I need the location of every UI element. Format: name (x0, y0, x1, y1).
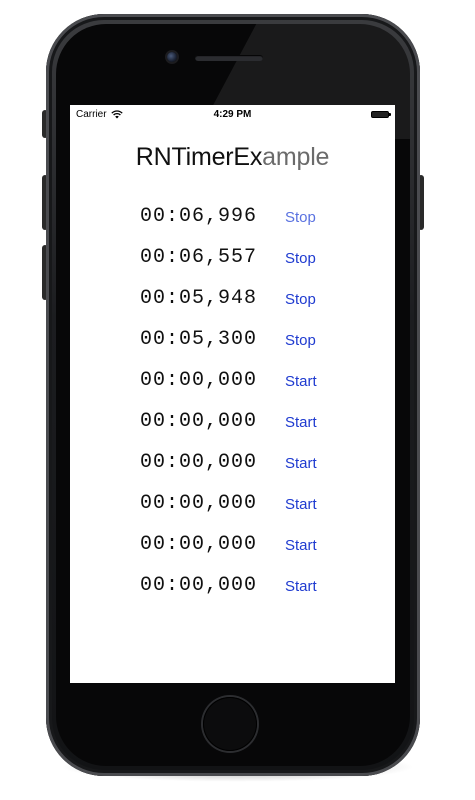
timer-toggle-button[interactable]: Start (285, 373, 317, 390)
timer-value: 00:00,000 (140, 574, 258, 597)
timer-toggle-button[interactable]: Stop (285, 291, 316, 308)
timer-toggle-button[interactable]: Start (285, 496, 317, 513)
timer-value: 00:00,000 (140, 492, 258, 515)
timer-row: 00:00,000 Start (70, 408, 395, 449)
timer-row: 00:05,948 Stop (70, 285, 395, 326)
timer-value: 00:05,300 (140, 328, 258, 351)
timer-row: 00:00,000 Start (70, 367, 395, 408)
timer-row: 00:06,557 Stop (70, 244, 395, 285)
timer-row: 00:06,996 Stop (70, 203, 395, 244)
timer-toggle-button[interactable]: Stop (285, 332, 316, 349)
home-button[interactable] (203, 697, 257, 751)
timer-row: 00:05,300 Stop (70, 326, 395, 367)
timer-row: 00:00,000 Start (70, 572, 395, 613)
timer-toggle-button[interactable]: Start (285, 578, 317, 595)
timer-value: 00:05,948 (140, 287, 258, 310)
timer-row: 00:00,000 Start (70, 449, 395, 490)
timer-toggle-button[interactable]: Start (285, 414, 317, 431)
timer-toggle-button[interactable]: Stop (285, 209, 316, 226)
timer-value: 00:00,000 (140, 533, 258, 556)
timer-value: 00:06,996 (140, 205, 258, 228)
page-title-part-b: ample (262, 143, 330, 171)
timer-value: 00:00,000 (140, 410, 258, 433)
timer-toggle-button[interactable]: Stop (285, 250, 316, 267)
battery-icon (371, 111, 391, 118)
timer-row: 00:00,000 Start (70, 490, 395, 531)
timer-value: 00:00,000 (140, 451, 258, 474)
timer-value: 00:00,000 (140, 369, 258, 392)
front-camera-icon (167, 52, 177, 62)
timer-toggle-button[interactable]: Start (285, 537, 317, 554)
status-bar: Carrier 4:29 PM (70, 105, 395, 125)
timer-list: 00:06,996 Stop 00:06,557 Stop 00:05,948 … (70, 203, 395, 613)
page-title: RNTimerExample (70, 143, 395, 172)
page-title-part-a: RNTimerEx (135, 143, 263, 171)
device-mockup: Carrier 4:29 PM RNTimerExample 00:06,996… (0, 0, 475, 800)
status-time: 4:29 PM (213, 109, 252, 120)
timer-row: 00:00,000 Start (70, 531, 395, 572)
earpiece-speaker (195, 55, 263, 61)
timer-value: 00:06,557 (140, 246, 258, 269)
timer-toggle-button[interactable]: Start (285, 455, 317, 472)
app-screen: Carrier 4:29 PM RNTimerExample 00:06,996… (70, 105, 395, 683)
